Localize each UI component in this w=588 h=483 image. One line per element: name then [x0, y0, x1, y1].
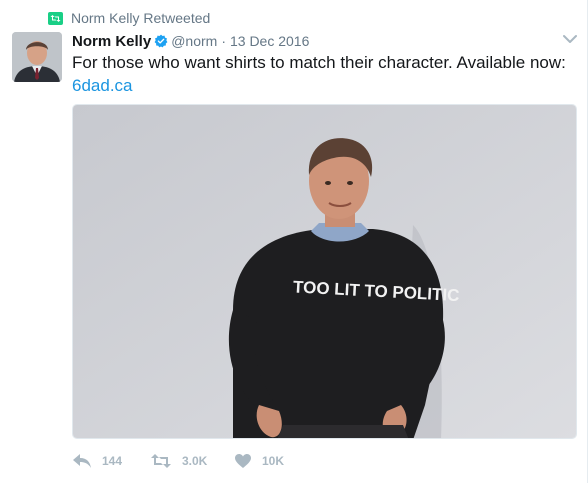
reply-icon	[73, 454, 91, 468]
tweet-photo[interactable]: TOO LIT TO POLITIC	[72, 104, 577, 439]
reply-count: 144	[102, 454, 123, 468]
chevron-down-icon[interactable]	[563, 34, 577, 44]
tweet-timestamp[interactable]: 13 Dec 2016	[230, 33, 309, 49]
retweet-icon	[48, 11, 63, 25]
tweet-actions: 144 3.0K 10K	[72, 450, 314, 472]
tweet-text: For those who want shirts to match their…	[72, 53, 566, 72]
retweet-icon	[151, 454, 171, 468]
author-name[interactable]: Norm Kelly	[72, 33, 151, 50]
reply-button[interactable]: 144	[72, 453, 150, 469]
avatar[interactable]	[12, 32, 62, 82]
like-button[interactable]: 10K	[234, 453, 314, 469]
retweet-count: 3.0K	[182, 454, 208, 468]
author-screenname[interactable]: @norm	[171, 33, 217, 49]
photo-image: TOO LIT TO POLITIC	[73, 105, 576, 438]
tweet-card[interactable]: Norm Kelly Retweeted Norm Kelly @norm · …	[0, 0, 588, 483]
retweet-context-label[interactable]: Norm Kelly Retweeted	[71, 10, 210, 26]
retweet-context: Norm Kelly Retweeted	[48, 9, 210, 27]
retweet-button[interactable]: 3.0K	[150, 453, 234, 469]
like-count: 10K	[262, 454, 285, 468]
heart-icon	[235, 454, 251, 468]
tweet-link[interactable]: 6dad.ca	[72, 74, 133, 97]
verified-badge-icon	[154, 34, 168, 48]
tweet-header: Norm Kelly @norm · 13 Dec 2016	[72, 31, 309, 51]
separator: ·	[221, 33, 226, 49]
